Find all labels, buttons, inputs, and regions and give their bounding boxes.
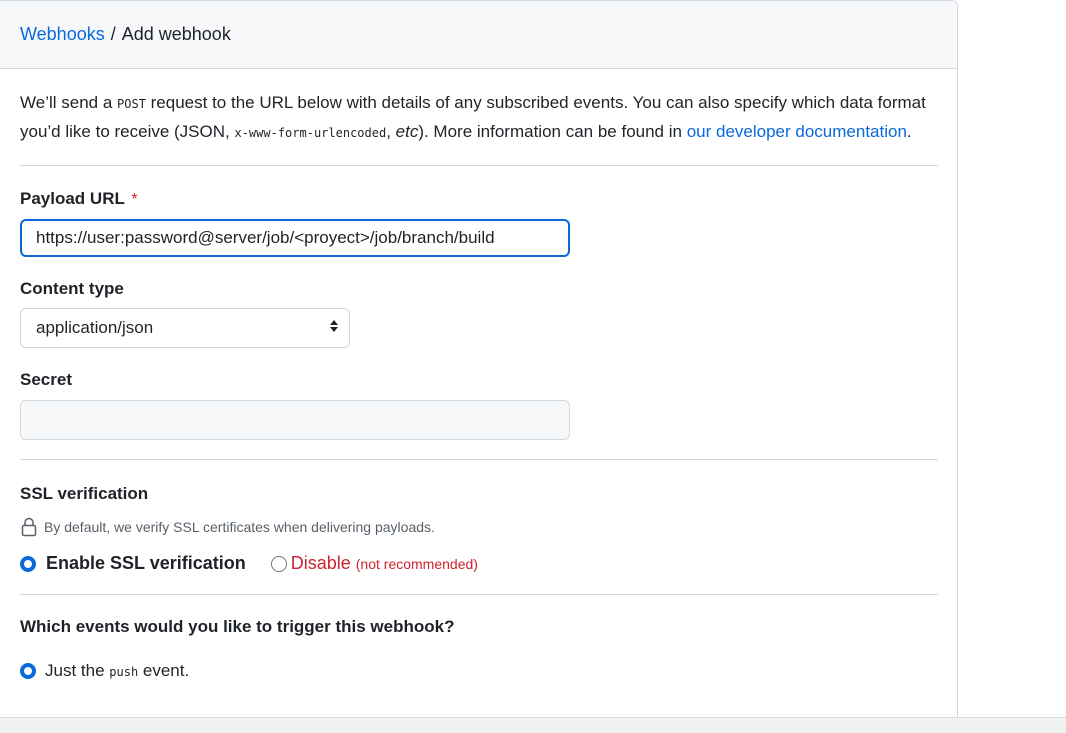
developer-docs-link[interactable]: our developer documentation [687,122,907,141]
events-question: Which events would you like to trigger t… [20,617,455,636]
ssl-note: By default, we verify SSL certificates w… [20,517,938,537]
disable-ssl-hint: (not recommended) [355,555,478,572]
ssl-verification-label: SSL verification [20,484,149,503]
webhook-form-panel: Webhooks / Add webhook We’ll send a POST… [0,0,958,719]
content-type-label: Content type [20,279,124,298]
secret-input[interactable] [20,400,570,440]
secret-label: Secret [20,370,72,389]
divider-events [20,594,938,595]
intro-text: We’ll send a POST request to the URL bel… [20,89,938,166]
content-type-select[interactable]: application/json [20,308,350,348]
intro-part4: ). More information can be found in [418,122,687,141]
ssl-options: Enable SSL verification Disable (not rec… [20,553,938,574]
intro-part1: We’ll send a [20,93,118,112]
push-label-pre: Just the [45,661,110,680]
intro-part5: . [906,122,912,141]
push-event-label[interactable]: Just the push event. [45,661,189,681]
intro-post-code: POST [117,97,146,111]
select-arrows-icon [329,318,339,338]
intro-part3: , [386,122,396,141]
content-type-selected: application/json [36,318,154,337]
intro-etc: etc [395,122,419,141]
intro-form-code: x-www-form-urlencoded [234,126,387,140]
page-title: Add webhook [121,24,231,44]
ssl-note-text: By default, we verify SSL certificates w… [44,519,435,535]
panel-header: Webhooks / Add webhook [0,1,957,69]
push-label-code: push [109,665,139,679]
payload-url-input[interactable] [20,219,570,257]
enable-ssl-label[interactable]: Enable SSL verification [46,553,246,574]
breadcrumb-separator: / [110,24,116,44]
form-body: We’ll send a POST request to the URL bel… [0,89,957,681]
breadcrumb-webhooks-link[interactable]: Webhooks [20,24,105,45]
disable-ssl-radio[interactable] [270,555,287,572]
push-event-radio[interactable] [20,663,36,679]
disable-ssl-label[interactable]: Disable [291,553,351,574]
push-label-post: event. [138,661,190,680]
payload-url-label-row: Payload URL * [20,189,938,209]
horizontal-scrollbar[interactable] [0,717,1066,733]
lock-icon [20,517,38,537]
divider-ssl [20,459,938,460]
events-option-push: Just the push event. [20,661,938,681]
enable-ssl-radio[interactable] [20,555,36,572]
payload-url-label: Payload URL [20,189,125,208]
required-mark: * [131,191,138,208]
